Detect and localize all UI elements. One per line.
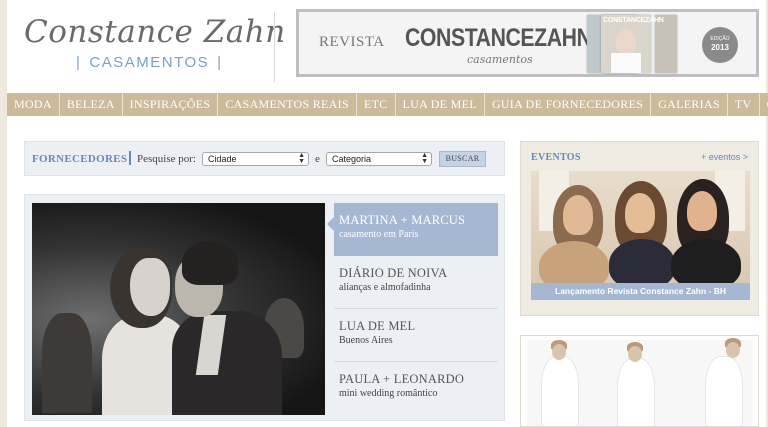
featured-list: MARTINA + MARCUS casamento em Paris DIÁR…	[327, 203, 498, 415]
bride-model-dress	[617, 358, 655, 426]
nav-item-guia-de-fornecedores[interactable]: GUIA DE FORNECEDORES	[485, 93, 652, 116]
banner-inner: REVISTA CONSTANCEZAHN casamentos CONSTAN…	[299, 12, 756, 74]
header-divider	[274, 12, 275, 82]
featured-item-diario-de-noiva[interactable]: DIÁRIO DE NOIVA alianças e almofadinha	[334, 256, 498, 309]
photo-person-body	[539, 241, 609, 284]
main-nav: MODA BELEZA INSPIRAÇÕES CASAMENTOS REAIS…	[7, 93, 768, 116]
bride-model-dress	[541, 356, 579, 426]
nav-item-moda[interactable]: MODA	[7, 93, 60, 116]
nav-item-tv[interactable]: TV	[728, 93, 760, 116]
photo-groom-suit	[172, 311, 282, 415]
featured-item-title: DIÁRIO DE NOIVA	[339, 266, 448, 280]
featured-item-title: MARTINA + MARCUS	[339, 213, 466, 227]
nav-item-beleza[interactable]: BELEZA	[60, 93, 123, 116]
cover-model-face	[616, 29, 636, 55]
select-arrows-icon: ▲ ▼	[421, 152, 428, 165]
photo-person-face	[625, 193, 655, 233]
dresses-banner[interactable]	[520, 335, 759, 427]
category-select[interactable]: Categoria ▲ ▼	[326, 152, 432, 166]
featured-item-martina-marcus[interactable]: MARTINA + MARCUS casamento em Paris	[327, 203, 498, 256]
featured-item-lua-de-mel[interactable]: LUA DE MEL Buenos Aires	[334, 309, 498, 362]
nav-item-inspiracoes[interactable]: INSPIRAÇÕES	[123, 93, 219, 116]
featured-item-title: LUA DE MEL	[339, 319, 416, 333]
photo-groom-hair	[182, 241, 238, 285]
seal-label: EDIÇÃO	[710, 36, 730, 42]
nav-item-etc[interactable]: ETC	[357, 93, 396, 116]
logo-script: Constance Zahn	[24, 14, 286, 50]
page-left-border	[0, 0, 7, 427]
seal-year: 2013	[711, 43, 729, 52]
site-logo[interactable]: Constance Zahn | CASAMENTOS |	[24, 14, 286, 84]
featured-photo[interactable]	[32, 203, 325, 415]
magazine-banner[interactable]: REVISTA CONSTANCEZAHN casamentos CONSTAN…	[296, 9, 759, 77]
bride-model-head	[726, 342, 740, 358]
photo-bride-face	[130, 258, 170, 316]
bride-model-dress	[705, 356, 743, 426]
featured-item-subtitle: casamento em Paris	[339, 229, 419, 240]
events-panel: EVENTOS + eventos > Lançamento Revista C…	[520, 141, 759, 316]
nav-item-lua-de-mel[interactable]: LUA DE MEL	[396, 93, 485, 116]
supplier-search-bar: FORNECEDORES Pesquise por: Cidade ▲ ▼ e C…	[24, 141, 505, 176]
search-title: FORNECEDORES	[32, 153, 128, 165]
bride-model-head	[552, 344, 566, 360]
photo-person-face	[563, 195, 593, 235]
nav-item-galerias[interactable]: GALERIAS	[651, 93, 728, 116]
city-select[interactable]: Cidade ▲ ▼	[202, 152, 309, 166]
search-conjunction: e	[315, 153, 320, 165]
banner-revista: REVISTA	[319, 34, 385, 50]
featured-panel: MARTINA + MARCUS casamento em Paris DIÁR…	[24, 194, 505, 421]
city-select-value: Cidade	[208, 154, 237, 164]
search-label: Pesquise por:	[137, 153, 196, 165]
banner-brand-sub: casamentos	[467, 53, 533, 66]
events-photo[interactable]	[531, 171, 750, 284]
select-arrows-icon: ▲ ▼	[298, 152, 305, 165]
featured-item-subtitle: mini wedding romântico	[339, 388, 438, 399]
search-button[interactable]: BUSCAR	[439, 151, 486, 167]
photo-person-body	[671, 239, 741, 284]
bride-model-head	[628, 346, 642, 362]
featured-item-subtitle: Buenos Aires	[339, 335, 393, 346]
nav-item-goodies[interactable]: GOODIES	[760, 93, 768, 116]
events-title: EVENTOS	[531, 152, 581, 163]
nav-item-casamentos-reais[interactable]: CASAMENTOS REAIS	[218, 93, 357, 116]
events-caption[interactable]: Lançamento Revista Constance Zahn - BH	[531, 283, 750, 300]
banner-brand: CONSTANCEZAHN	[405, 24, 592, 52]
magazine-cover-front: CONSTANCEZAHN	[601, 15, 664, 73]
category-select-value: Categoria	[332, 154, 372, 164]
search-separator	[129, 151, 131, 165]
featured-item-title: PAULA + LEONARDO	[339, 372, 465, 386]
edition-seal: EDIÇÃO 2013	[702, 27, 738, 63]
events-more-link[interactable]: + eventos >	[701, 152, 748, 162]
photo-person-body	[609, 239, 675, 284]
photo-guest-left	[42, 313, 92, 413]
magazine-cover-title: CONSTANCEZAHN	[603, 17, 664, 24]
cover-model-dress	[611, 53, 641, 73]
logo-subtitle: | CASAMENTOS |	[76, 54, 223, 71]
featured-item-paula-leonardo[interactable]: PAULA + LEONARDO mini wedding romântico	[334, 362, 498, 415]
featured-item-subtitle: alianças e almofadinha	[339, 282, 431, 293]
logo-subtitle-text: CASAMENTOS	[89, 54, 210, 71]
photo-person-face	[687, 191, 717, 231]
